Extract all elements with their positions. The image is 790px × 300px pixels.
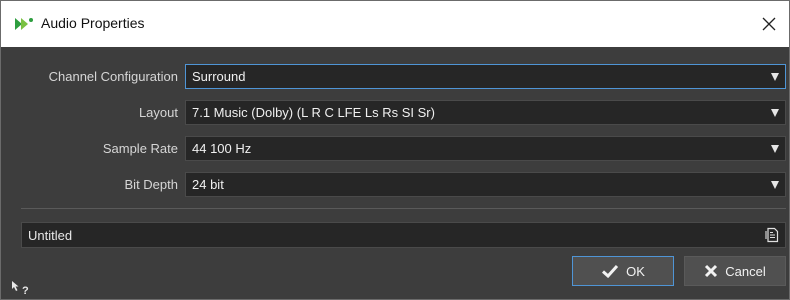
layout-value: 7.1 Music (Dolby) (L R C LFE Ls Rs SI Sr… [192,105,435,120]
sample-rate-value: 44 100 Hz [192,141,252,156]
x-icon [705,264,718,278]
help-pointer-icon[interactable]: ? [11,280,31,296]
bit-depth-label: Bit Depth [124,177,178,192]
app-logo-icon [15,18,33,30]
cancel-button-label: Cancel [725,263,766,279]
svg-text:?: ? [22,285,29,296]
sample-rate-label: Sample Rate [102,141,178,156]
ok-button[interactable]: OK [572,256,674,286]
close-icon [762,17,776,31]
bit-depth-dropdown[interactable]: 24 bit [185,172,786,197]
preset-name-field[interactable]: Untitled [21,222,786,248]
ok-button-label: OK [626,263,645,279]
layout-label: Layout [138,105,178,120]
preset-name-value: Untitled [28,228,73,243]
audio-properties-dialog: Audio Properties Channel Configuration S… [0,0,790,300]
dropdown-arrow-icon [771,73,779,81]
dropdown-arrow-icon [771,145,779,153]
dropdown-arrow-icon [771,109,779,117]
window-title: Audio Properties [41,15,145,31]
close-button[interactable] [753,9,785,39]
channel-configuration-dropdown[interactable]: Surround [185,64,786,89]
dropdown-arrow-icon [771,181,779,189]
presets-icon[interactable] [765,227,779,243]
checkmark-icon [602,264,619,278]
cancel-button[interactable]: Cancel [684,256,786,286]
channel-configuration-label: Channel Configuration [48,69,178,84]
layout-dropdown[interactable]: 7.1 Music (Dolby) (L R C LFE Ls Rs SI Sr… [185,100,786,125]
sample-rate-dropdown[interactable]: 44 100 Hz [185,136,786,161]
channel-configuration-value: Surround [192,69,246,84]
divider [21,208,786,209]
title-bar: Audio Properties [1,1,789,47]
bit-depth-value: 24 bit [192,177,224,192]
